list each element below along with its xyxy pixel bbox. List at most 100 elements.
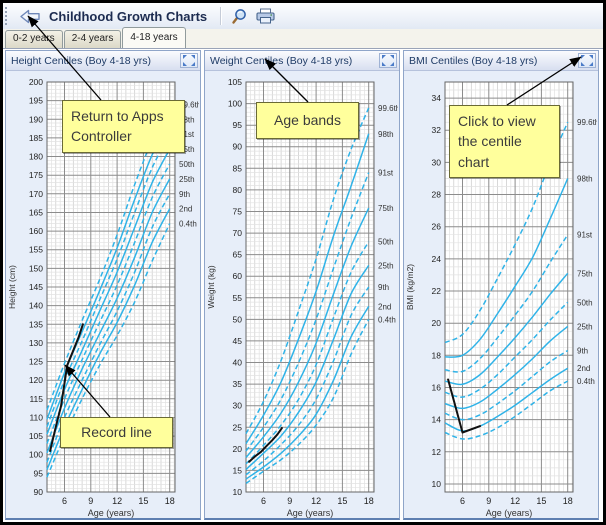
svg-text:91st: 91st (577, 231, 593, 240)
svg-text:32: 32 (432, 125, 442, 135)
note-click-to-view: Click to view the centile chart (449, 105, 560, 178)
zoom-button[interactable] (228, 7, 251, 26)
svg-text:9th: 9th (179, 190, 190, 199)
svg-text:20: 20 (432, 318, 442, 328)
svg-text:BMI (kg/m2): BMI (kg/m2) (405, 264, 415, 310)
svg-text:Height (cm): Height (cm) (7, 265, 17, 309)
svg-text:18: 18 (364, 496, 374, 506)
svg-text:16: 16 (432, 383, 442, 393)
svg-text:90: 90 (34, 487, 44, 497)
expand-arrows-icon (183, 55, 195, 66)
tab-2-4-years[interactable]: 2-4 years (64, 30, 122, 48)
svg-text:25: 25 (233, 422, 243, 432)
svg-text:99.6th: 99.6th (577, 118, 597, 127)
svg-text:105: 105 (228, 77, 242, 87)
svg-text:125: 125 (29, 357, 43, 367)
print-button[interactable] (253, 7, 278, 25)
svg-text:2nd: 2nd (577, 364, 590, 373)
svg-text:10: 10 (432, 479, 442, 489)
svg-text:65: 65 (233, 250, 243, 260)
svg-text:200: 200 (29, 77, 43, 87)
panel-header-height: Height Centiles (Boy 4-18 yrs) (6, 51, 200, 71)
svg-text:90: 90 (233, 142, 243, 152)
svg-text:26: 26 (432, 222, 442, 232)
svg-text:30: 30 (432, 157, 442, 167)
svg-text:15: 15 (233, 465, 243, 475)
svg-text:99.6th: 99.6th (378, 104, 398, 113)
svg-text:20: 20 (233, 444, 243, 454)
svg-text:60: 60 (233, 271, 243, 281)
svg-text:185: 185 (29, 133, 43, 143)
svg-text:95: 95 (233, 120, 243, 130)
svg-text:24: 24 (432, 254, 442, 264)
svg-text:34: 34 (432, 93, 442, 103)
svg-text:9: 9 (287, 496, 292, 506)
toolbar-grip-handle[interactable] (5, 7, 11, 25)
svg-text:105: 105 (29, 431, 43, 441)
tab-4-18-years[interactable]: 4-18 years (122, 27, 185, 48)
svg-text:12: 12 (432, 447, 442, 457)
svg-text:50th: 50th (179, 160, 195, 169)
panel-header-weight: Weight Centiles (Boy 4-18 yrs) (205, 51, 399, 71)
svg-text:2nd: 2nd (378, 302, 391, 311)
magnifier-icon (231, 8, 248, 25)
svg-text:75th: 75th (577, 269, 593, 278)
svg-text:45: 45 (233, 336, 243, 346)
svg-text:35: 35 (233, 379, 243, 389)
svg-text:12: 12 (510, 496, 520, 506)
svg-text:9: 9 (88, 496, 93, 506)
svg-text:12: 12 (311, 496, 321, 506)
expand-chart-button-height[interactable] (180, 53, 198, 68)
svg-text:50th: 50th (378, 238, 394, 247)
svg-text:10: 10 (233, 487, 243, 497)
svg-text:165: 165 (29, 208, 43, 218)
svg-text:28: 28 (432, 190, 442, 200)
svg-text:6: 6 (261, 496, 266, 506)
svg-text:Age (years): Age (years) (486, 508, 533, 518)
svg-text:120: 120 (29, 375, 43, 385)
svg-text:170: 170 (29, 189, 43, 199)
svg-text:2nd: 2nd (179, 205, 192, 214)
svg-text:40: 40 (233, 358, 243, 368)
back-button[interactable] (16, 8, 44, 25)
svg-text:130: 130 (29, 338, 43, 348)
panel-title-height: Height Centiles (Boy 4-18 yrs) (11, 55, 151, 67)
svg-text:180: 180 (29, 152, 43, 162)
svg-text:Age (years): Age (years) (88, 508, 135, 518)
expand-chart-button-weight[interactable] (379, 53, 397, 68)
svg-text:0.4th: 0.4th (378, 315, 396, 324)
toolbar-separator (220, 7, 222, 25)
tab-bar: 0-2 years 2-4 years 4-18 years (3, 29, 603, 49)
svg-text:195: 195 (29, 96, 43, 106)
svg-text:25th: 25th (179, 175, 195, 184)
svg-text:Weight (kg): Weight (kg) (206, 265, 216, 308)
panel-title-bmi: BMI Centiles (Boy 4-18 yrs) (409, 55, 537, 67)
svg-text:85: 85 (233, 163, 243, 173)
tab-0-2-years[interactable]: 0-2 years (5, 30, 63, 48)
svg-text:15: 15 (337, 496, 347, 506)
svg-text:9: 9 (486, 496, 491, 506)
svg-text:50: 50 (233, 314, 243, 324)
svg-text:95: 95 (34, 468, 44, 478)
svg-text:70: 70 (233, 228, 243, 238)
svg-text:18: 18 (563, 496, 573, 506)
svg-text:55: 55 (233, 293, 243, 303)
svg-text:12: 12 (112, 496, 122, 506)
svg-text:6: 6 (62, 496, 67, 506)
svg-text:25th: 25th (378, 261, 394, 270)
svg-text:80: 80 (233, 185, 243, 195)
expand-chart-button-bmi[interactable] (578, 53, 596, 68)
svg-text:Age (years): Age (years) (287, 508, 334, 518)
svg-text:15: 15 (536, 496, 546, 506)
svg-text:150: 150 (29, 263, 43, 273)
svg-text:15: 15 (138, 496, 148, 506)
svg-text:18: 18 (432, 350, 442, 360)
expand-arrows-icon (382, 55, 394, 66)
svg-text:75th: 75th (378, 204, 394, 213)
panel-header-bmi: BMI Centiles (Boy 4-18 yrs) (404, 51, 598, 71)
svg-text:22: 22 (432, 286, 442, 296)
panel-title-weight: Weight Centiles (Boy 4-18 yrs) (210, 55, 352, 67)
note-age-bands: Age bands (256, 102, 359, 139)
svg-text:14: 14 (432, 415, 442, 425)
svg-text:30: 30 (233, 401, 243, 411)
